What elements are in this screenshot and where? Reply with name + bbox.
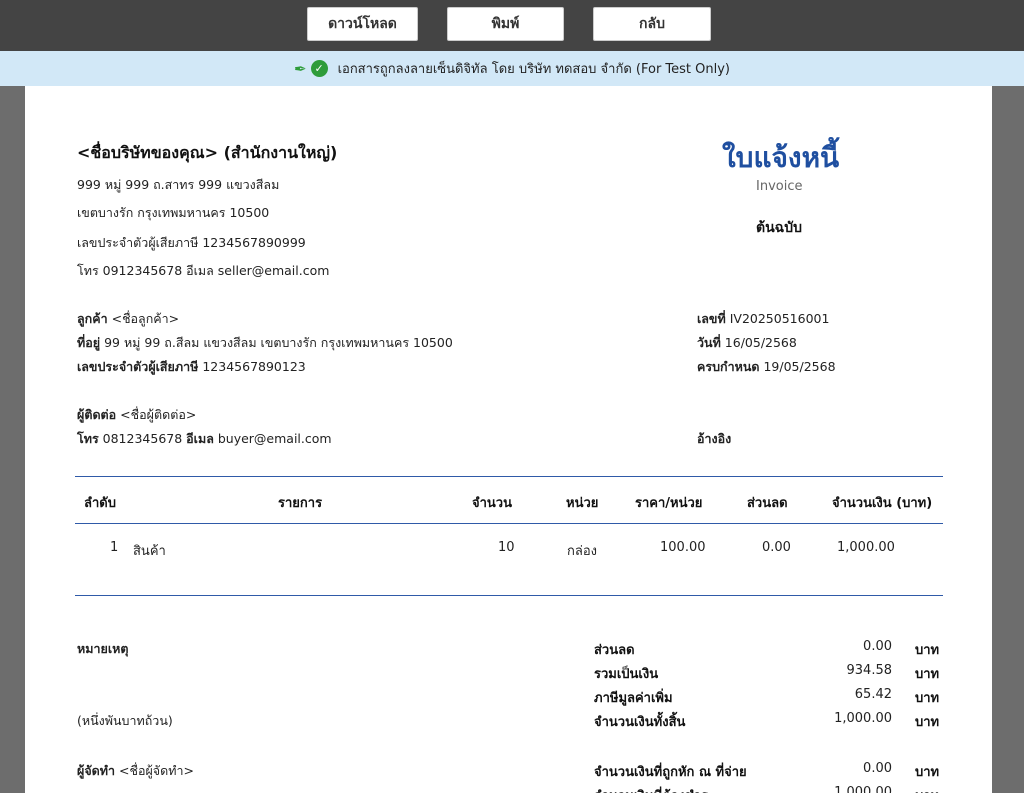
print-button[interactable]: พิมพ์	[447, 7, 564, 41]
verified-check-icon: ✓	[310, 60, 328, 77]
due-date-row: ครบกำหนด 19/05/2568	[697, 357, 836, 377]
invoice-date-value: 16/05/2568	[724, 335, 797, 350]
summary-payable-unit: บาท	[915, 785, 939, 793]
due-date-value: 19/05/2568	[763, 359, 836, 374]
summary-vat-value: 65.42	[854, 687, 892, 702]
summary-payable-value: 1,000.00	[834, 785, 892, 793]
seller-address-line2: เขตบางรัก กรุงเทพมหานคร 10500	[77, 205, 270, 220]
customer-address-value: 99 หมู่ 99 ถ.สีลม แขวงสีลม เขตบางรัก กรุ…	[104, 335, 453, 350]
seller-name: <ชื่อบริษัทของคุณ> (สำนักงานใหญ่)	[77, 143, 338, 162]
summary-vat-label: ภาษีมูลค่าเพิ่ม	[594, 691, 673, 706]
table-bottom-rule	[75, 595, 943, 596]
summary-discount-label: ส่วนลด	[594, 643, 635, 658]
summary-total-value: 1,000.00	[834, 711, 892, 726]
invoice-document: <ชื่อบริษัทของคุณ> (สำนักงานใหญ่) 999 หม…	[25, 86, 992, 793]
due-date-label: ครบกำหนด	[697, 359, 760, 374]
reference-label: อ้างอิง	[697, 431, 732, 446]
summary-withholding-label: จำนวนเงินที่ถูกหัก ณ ที่จ่าย	[594, 765, 747, 780]
row-price: 100.00	[660, 540, 706, 555]
summary-discount-value: 0.00	[863, 639, 892, 654]
invoice-number-row: เลขที่ IV20250516001	[697, 309, 829, 329]
contact-phone-value: 0812345678	[102, 431, 183, 446]
back-button[interactable]: กลับ	[593, 7, 711, 41]
document-subtitle: Invoice	[756, 179, 803, 194]
customer-tax-label: เลขประจำตัวผู้เสียภาษี	[77, 359, 199, 374]
invoice-date-label: วันที่	[697, 335, 721, 350]
notes-label: หมายเหตุ	[77, 641, 129, 656]
row-amount: 1,000.00	[837, 540, 895, 555]
row-item: สินค้า	[133, 544, 166, 559]
contact-email-value: buyer@email.com	[217, 431, 332, 446]
document-title: ใบแจ้งหนี้	[722, 141, 840, 174]
toolbar: ดาวน์โหลด พิมพ์ กลับ	[0, 0, 1024, 51]
summary-subtotal-value: 934.58	[846, 663, 893, 678]
customer-name-label: ลูกค้า	[77, 311, 108, 326]
contact-person-label: ผู้ติดต่อ	[77, 407, 117, 422]
contact-person-value: <ชื่อผู้ติดต่อ>	[120, 407, 197, 422]
row-unit: กล่อง	[567, 544, 597, 559]
summary-total-unit: บาท	[915, 715, 940, 730]
preparer-value: <ชื่อผู้จัดทำ>	[119, 763, 194, 778]
col-header-no: ลำดับ	[84, 496, 116, 511]
customer-address-label: ที่อยู่	[77, 335, 101, 350]
summary-withholding-value: 0.00	[863, 761, 892, 776]
contact-email-label: อีเมล	[186, 431, 214, 446]
document-copy-type: ต้นฉบับ	[756, 220, 802, 236]
customer-name-row: ลูกค้า <ชื่อลูกค้า>	[77, 309, 179, 329]
download-button[interactable]: ดาวน์โหลด	[307, 7, 418, 41]
row-no: 1	[110, 540, 119, 555]
invoice-number-value: IV20250516001	[729, 311, 830, 326]
table-header-rule	[75, 523, 943, 524]
table-top-rule	[75, 476, 943, 477]
amount-in-words: (หนึ่งพันบาทถ้วน)	[77, 713, 173, 728]
col-header-price: ราคา/หน่วย	[635, 496, 703, 511]
summary-total-label: จำนวนเงินทั้งสิ้น	[594, 715, 686, 730]
contact-phone-row: โทร 0812345678 อีเมล buyer@email.com	[77, 429, 332, 449]
customer-address-row: ที่อยู่ 99 หมู่ 99 ถ.สีลม แขวงสีลม เขตบา…	[77, 333, 453, 353]
signature-pen-icon: ✒	[293, 59, 307, 78]
col-header-unit: หน่วย	[566, 496, 599, 511]
row-qty: 10	[498, 540, 515, 555]
summary-discount-unit: บาท	[915, 643, 940, 658]
preparer-row: ผู้จัดทำ <ชื่อผู้จัดทำ>	[77, 761, 194, 781]
col-header-qty: จำนวน	[472, 496, 512, 511]
signature-notice-bar: ✒ ✓ เอกสารถูกลงลายเซ็นดิจิทัล โดย บริษัท…	[0, 51, 1024, 86]
customer-tax-value: 1234567890123	[202, 359, 306, 374]
seller-address-line1: 999 หมู่ 999 ถ.สาทร 999 แขวงสีลม	[77, 177, 280, 192]
summary-subtotal-unit: บาท	[915, 667, 940, 682]
col-header-discount: ส่วนลด	[747, 496, 788, 511]
col-header-amount: จำนวนเงิน (บาท)	[832, 496, 933, 511]
seller-tax-id: เลขประจำตัวผู้เสียภาษี 1234567890999	[77, 235, 306, 250]
summary-subtotal-label: รวมเป็นเงิน	[594, 667, 659, 682]
summary-payable-label: จำนวนเงินที่ต้องชำระ	[594, 785, 715, 793]
row-discount: 0.00	[762, 540, 791, 555]
summary-vat-unit: บาท	[915, 691, 940, 706]
invoice-number-label: เลขที่	[697, 311, 726, 326]
contact-phone-label: โทร	[77, 431, 99, 446]
col-header-item: รายการ	[278, 496, 323, 511]
summary-withholding-unit: บาท	[915, 765, 940, 780]
signature-notice-text: เอกสารถูกลงลายเซ็นดิจิทัล โดย บริษัท ทดส…	[337, 62, 730, 77]
customer-tax-row: เลขประจำตัวผู้เสียภาษี 1234567890123	[77, 357, 306, 377]
preparer-label: ผู้จัดทำ	[77, 763, 116, 778]
customer-name-value: <ชื่อลูกค้า>	[111, 311, 180, 326]
invoice-date-row: วันที่ 16/05/2568	[697, 333, 797, 353]
contact-person-row: ผู้ติดต่อ <ชื่อผู้ติดต่อ>	[77, 405, 196, 425]
seller-contact: โทร 0912345678 อีเมล seller@email.com	[77, 263, 330, 278]
